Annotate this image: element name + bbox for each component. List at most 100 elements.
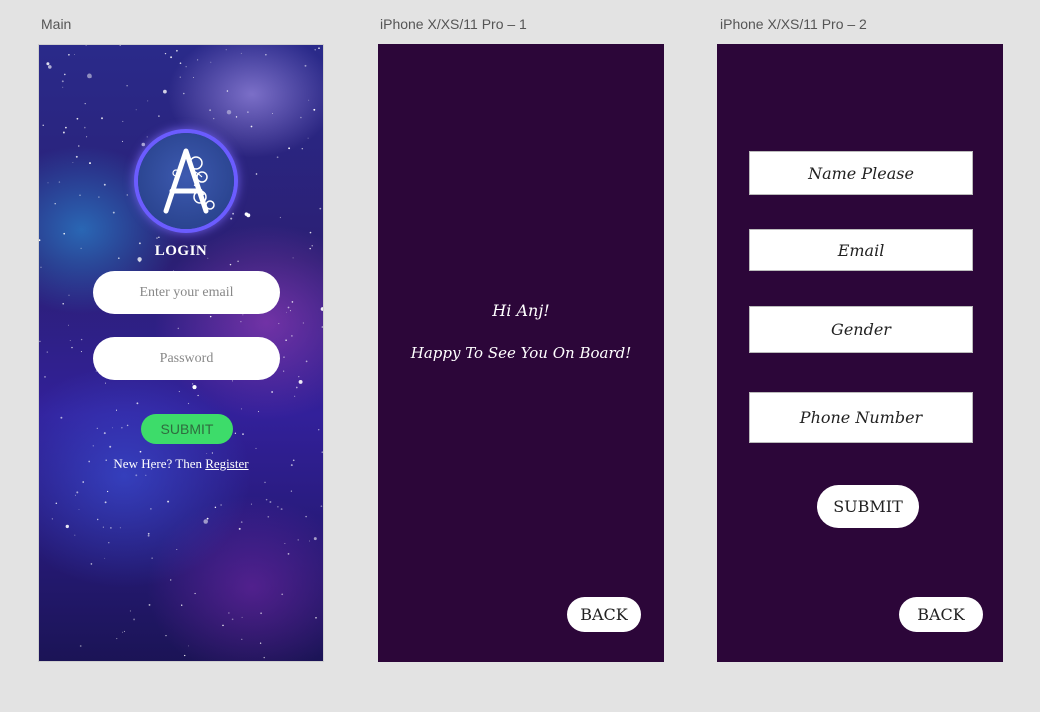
star [318, 47, 320, 49]
star [276, 156, 279, 159]
star [284, 543, 286, 544]
star [265, 54, 267, 56]
star [84, 126, 86, 129]
star [313, 108, 316, 111]
star [214, 506, 217, 509]
star [279, 216, 281, 219]
star [82, 481, 84, 483]
star [228, 612, 230, 614]
star [150, 508, 152, 510]
register-link[interactable]: Register [205, 456, 248, 471]
star [301, 147, 304, 150]
star [177, 327, 180, 330]
star [72, 161, 74, 163]
star [108, 542, 110, 544]
star [278, 323, 280, 325]
star [240, 52, 242, 54]
star [272, 113, 273, 115]
star [241, 638, 243, 640]
star [255, 173, 258, 175]
star [305, 515, 307, 518]
star [302, 322, 305, 324]
star [283, 370, 285, 372]
star [119, 45, 122, 46]
artboard-main-login: LOGIN SUBMIT New Here? Then Register [38, 44, 324, 662]
star [62, 302, 64, 305]
star [285, 339, 287, 342]
email-input[interactable] [93, 271, 280, 314]
name-field[interactable] [749, 151, 973, 195]
star [111, 427, 113, 429]
login-title: LOGIN [154, 243, 208, 259]
letter-a-floral-icon [163, 148, 215, 214]
star [193, 77, 194, 78]
star [241, 616, 243, 618]
star [165, 634, 167, 637]
star [121, 427, 123, 429]
register-submit-button[interactable]: SUBMIT [817, 485, 919, 528]
star [68, 53, 70, 56]
star [102, 526, 104, 528]
app-logo [138, 133, 234, 229]
star [240, 521, 243, 523]
star [65, 126, 67, 129]
star [147, 100, 149, 102]
back-button[interactable]: BACK [899, 597, 983, 632]
star [147, 534, 150, 537]
artboard-label-screen-1: iPhone X/XS/11 Pro – 1 [380, 16, 527, 32]
phone-field[interactable] [749, 392, 973, 443]
star [63, 232, 65, 235]
star [255, 447, 257, 449]
star [79, 645, 82, 647]
star [80, 351, 82, 353]
star [85, 45, 87, 47]
login-submit-button[interactable]: SUBMIT [141, 414, 233, 444]
email-field[interactable] [749, 229, 973, 271]
star [226, 109, 232, 115]
star [145, 474, 147, 476]
star [79, 194, 81, 196]
star [242, 433, 244, 435]
star [98, 196, 100, 198]
star [167, 500, 170, 503]
star [298, 376, 300, 378]
gender-field[interactable] [749, 306, 973, 353]
star [307, 137, 309, 139]
star [184, 654, 186, 657]
star [269, 501, 272, 503]
star [192, 385, 197, 390]
star [257, 411, 260, 413]
star [126, 85, 128, 87]
star [318, 429, 320, 431]
star [164, 52, 167, 55]
star [183, 92, 185, 95]
star [176, 549, 178, 551]
password-input[interactable] [93, 337, 280, 380]
star [288, 147, 290, 150]
star [44, 375, 46, 378]
star [231, 380, 234, 382]
star [220, 504, 222, 506]
star [139, 450, 142, 453]
star [163, 89, 167, 94]
star [103, 432, 106, 435]
star [234, 432, 237, 434]
star [136, 402, 139, 405]
star [101, 117, 103, 120]
star [147, 532, 150, 535]
star [109, 445, 112, 448]
star [62, 86, 64, 88]
star [260, 612, 262, 615]
star [122, 120, 124, 122]
star [309, 231, 312, 234]
star [84, 103, 86, 105]
star [240, 408, 243, 410]
star [287, 553, 290, 555]
star [119, 527, 121, 529]
star [90, 563, 93, 565]
back-button[interactable]: BACK [567, 597, 641, 632]
star [97, 518, 99, 521]
star [129, 610, 131, 612]
star [315, 616, 317, 619]
star [104, 501, 107, 504]
